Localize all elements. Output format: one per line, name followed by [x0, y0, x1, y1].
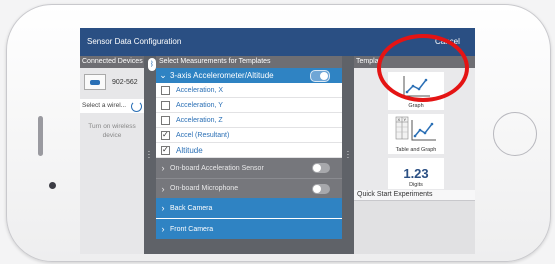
bluetooth-icon[interactable]: ᛒ — [148, 58, 156, 71]
device-item[interactable]: 902-562 — [84, 72, 140, 92]
connected-devices-panel: Connected Devices 902-562 Select a wirel… — [80, 56, 144, 254]
measurement-row[interactable]: ✓ Altitude — [156, 143, 342, 158]
group-accelerometer-altitude[interactable]: ⌄ 3-axis Accelerometer/Altitude — [156, 68, 342, 83]
quick-start-section: Quick Start Experiments — [354, 190, 475, 254]
digits-icon: 1.23 — [403, 166, 429, 181]
group-onboard-microphone[interactable]: › On-board Microphone — [156, 178, 342, 198]
measurements-header: Select Measurements for Templates — [156, 56, 342, 68]
select-wireless-row[interactable]: Select a wirel... — [80, 99, 144, 113]
chevron-right-icon: › — [161, 163, 165, 173]
panel-footer — [156, 239, 342, 254]
right-divider-handle-icon[interactable]: · · · — [345, 148, 351, 162]
table-col-y: Y — [404, 117, 407, 122]
template-label: Graph — [408, 103, 424, 109]
group-label: Back Camera — [170, 204, 213, 212]
window-title: Sensor Data Configuration — [87, 37, 182, 46]
front-camera-lens — [49, 182, 56, 189]
group-label: Front Camera — [170, 225, 214, 233]
template-digits[interactable]: 1.23 Digits — [388, 158, 444, 189]
chevron-right-icon: › — [161, 203, 165, 213]
checkbox-unchecked[interactable] — [161, 100, 170, 110]
quick-start-header[interactable]: Quick Start Experiments — [354, 190, 475, 201]
group-back-camera[interactable]: › Back Camera — [156, 198, 342, 218]
measurement-row[interactable]: Acceleration, X — [156, 83, 342, 98]
table-col-x: X — [398, 117, 401, 122]
checkbox-unchecked[interactable] — [161, 85, 170, 95]
turn-on-wireless-hint: Turn on wireless device — [80, 122, 144, 140]
connected-devices-header: Connected Devices — [80, 56, 144, 68]
group-label: On-board Microphone — [170, 185, 239, 192]
loading-spinner-icon — [131, 101, 142, 112]
measurement-label: Acceleration, Z — [176, 116, 223, 124]
template-label: Digits — [409, 182, 423, 188]
group-onboard-acceleration[interactable]: › On-board Acceleration Sensor — [156, 158, 342, 178]
measurement-row[interactable]: Acceleration, Z — [156, 113, 342, 128]
turn-on-line-1: Turn on wireless — [88, 123, 136, 130]
group-front-camera[interactable]: › Front Camera — [156, 219, 342, 239]
accelerometer-toggle[interactable] — [310, 69, 330, 82]
home-button[interactable] — [493, 112, 537, 156]
device-id: 902-562 — [112, 78, 138, 86]
turn-on-line-2: device — [102, 132, 122, 139]
group-label: On-board Acceleration Sensor — [170, 164, 264, 172]
measurement-label: Acceleration, X — [176, 86, 224, 94]
measurements-panel: Select Measurements for Templates ⌄ 3-ax… — [156, 56, 342, 254]
measurement-label: Accel (Resultant) — [176, 131, 230, 139]
chevron-right-icon: › — [161, 183, 165, 194]
measurement-row[interactable]: Acceleration, Y — [156, 98, 342, 113]
left-divider-handle-icon[interactable]: · · · — [146, 148, 152, 162]
annotation-circle — [377, 34, 469, 102]
template-table-and-graph[interactable]: X Y Table and Graph — [388, 114, 444, 154]
sensor-device-icon — [84, 74, 106, 90]
onboard-acceleration-toggle[interactable] — [312, 163, 330, 173]
checkbox-checked[interactable]: ✓ — [161, 130, 170, 140]
checkbox-unchecked[interactable] — [161, 115, 170, 125]
measurement-row[interactable]: ✓ Accel (Resultant) — [156, 128, 342, 143]
chevron-right-icon: › — [161, 224, 165, 234]
chevron-down-icon: ⌄ — [159, 70, 167, 80]
speaker-grille — [38, 116, 43, 156]
measurement-label: Acceleration, Y — [176, 101, 223, 109]
onboard-microphone-toggle[interactable] — [312, 183, 330, 194]
select-wireless-label: Select a wirel... — [82, 102, 127, 109]
table-graph-icon: X Y — [395, 116, 436, 141]
template-label: Table and Graph — [395, 147, 437, 153]
checkbox-checked[interactable]: ✓ — [161, 145, 170, 155]
measurement-label: Altitude — [176, 145, 203, 155]
group-label: 3-axis Accelerometer/Altitude — [170, 71, 274, 80]
